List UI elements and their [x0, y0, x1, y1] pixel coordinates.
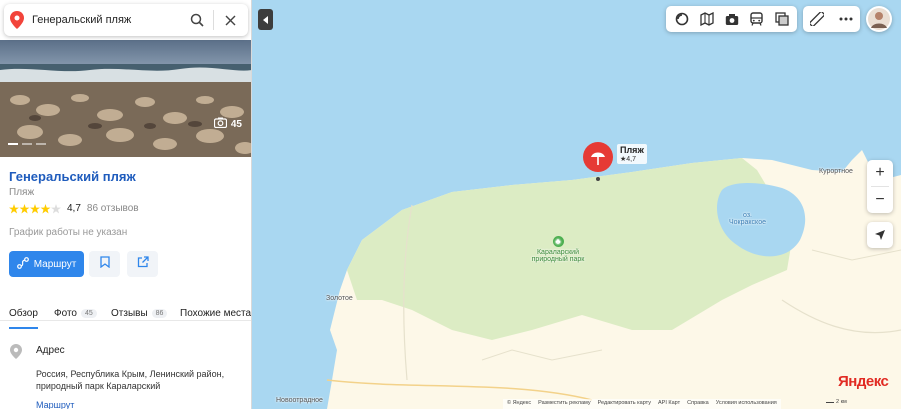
- place-title: Генеральский пляж: [9, 169, 136, 184]
- tab-similar[interactable]: Похожие места: [180, 301, 251, 325]
- address-route-link[interactable]: Маршрут: [36, 400, 74, 409]
- search-box[interactable]: Генеральский пляж: [4, 4, 248, 36]
- kurortnoe-label[interactable]: Курортное: [819, 168, 853, 175]
- collapse-panel-button[interactable]: [258, 9, 273, 30]
- working-hours: График работы не указан: [9, 227, 128, 238]
- zoom-control: + −: [867, 160, 893, 213]
- place-marker[interactable]: [582, 141, 614, 188]
- footer-copyright[interactable]: © Яндекс: [507, 400, 531, 408]
- close-icon[interactable]: [218, 8, 242, 32]
- place-category[interactable]: Пляж: [9, 187, 34, 198]
- camera-icon: [213, 117, 227, 131]
- marker-rating: ★4,7: [620, 156, 637, 163]
- photo-count[interactable]: 45: [213, 117, 242, 131]
- footer-api-link[interactable]: API Карт: [658, 400, 680, 408]
- navigation-arrow-icon: [875, 230, 885, 240]
- route-button[interactable]: Маршрут: [9, 251, 84, 277]
- search-divider: [213, 10, 214, 30]
- my-location-button[interactable]: [867, 222, 893, 248]
- bookmark-button[interactable]: [89, 251, 120, 277]
- map-canvas[interactable]: ♣ Караларский природный парк оз. Чокракс…: [252, 0, 901, 409]
- tab-photos-badge: 45: [80, 308, 97, 318]
- more-icon[interactable]: [835, 8, 857, 30]
- bookmark-icon: [99, 255, 110, 273]
- rating-row[interactable]: 4,7 86 отзывов: [9, 203, 139, 214]
- tab-overview[interactable]: Обзор: [9, 301, 38, 329]
- rating-stars: [9, 203, 61, 214]
- camera-layer-icon[interactable]: [721, 8, 743, 30]
- app-root: ♣ Караларский природный парк оз. Чокракс…: [0, 0, 901, 409]
- tab-reviews[interactable]: Отзывы 86: [111, 301, 168, 325]
- map-footer: © Яндекс Разместить рекламу Редактироват…: [503, 399, 781, 409]
- tab-reviews-badge: 86: [151, 308, 168, 318]
- search-icon[interactable]: [185, 8, 209, 32]
- address-text: Россия, Республика Крым, Ленинский район…: [36, 369, 225, 391]
- transit-icon[interactable]: [746, 8, 768, 30]
- tabs-divider: [0, 320, 251, 321]
- zolotoe-label[interactable]: Золотое: [326, 295, 353, 302]
- footer-help-link[interactable]: Справка: [687, 400, 709, 408]
- chevron-left-icon: [262, 15, 268, 24]
- panorama-icon[interactable]: [671, 8, 693, 30]
- footer-terms-link[interactable]: Условия использования: [716, 400, 777, 408]
- tab-photos[interactable]: Фото 45: [54, 301, 97, 325]
- address-label: Адрес: [36, 345, 65, 356]
- yandex-logo[interactable]: Яндекс: [838, 373, 889, 390]
- share-icon: [137, 255, 149, 273]
- lake-label[interactable]: оз. Чокракское: [729, 212, 766, 226]
- user-avatar[interactable]: [866, 6, 892, 32]
- ruler-icon[interactable]: [806, 8, 828, 30]
- footer-ads-link[interactable]: Разместить рекламу: [538, 400, 591, 408]
- zoom-out-button[interactable]: −: [867, 187, 893, 213]
- map-layers-toolbar: [666, 6, 797, 32]
- search-input[interactable]: Генеральский пляж: [32, 14, 185, 26]
- park-label[interactable]: Караларский природный парк: [532, 249, 585, 263]
- marker-label[interactable]: Пляж ★4,7: [617, 144, 647, 164]
- map-scale: 2 км: [826, 399, 847, 405]
- place-photo[interactable]: 45: [0, 40, 251, 157]
- map-layers-icon[interactable]: [696, 8, 718, 30]
- reviews-link[interactable]: 86 отзывов: [87, 203, 139, 214]
- marker-name: Пляж: [620, 145, 644, 155]
- place-tabs: Обзор Фото 45 Отзывы 86 Похожие места: [0, 301, 251, 329]
- footer-edit-map-link[interactable]: Редактировать карту: [598, 400, 651, 408]
- location-pin-icon: [10, 11, 24, 29]
- route-icon: [16, 256, 29, 272]
- park-icon: ♣: [552, 236, 564, 247]
- zoom-in-button[interactable]: +: [867, 160, 893, 186]
- photo-pager[interactable]: [8, 143, 46, 145]
- novootradnoe-label[interactable]: Новоотрадное: [276, 397, 323, 404]
- traffic-layer-icon[interactable]: [771, 8, 793, 30]
- rating-value: 4,7: [67, 203, 81, 214]
- share-button[interactable]: [127, 251, 158, 277]
- place-panel: Генеральский пляж 45 Генеральский пляж П…: [0, 0, 252, 409]
- map-tools-toolbar: [803, 6, 860, 32]
- address-pin-icon: [10, 344, 22, 364]
